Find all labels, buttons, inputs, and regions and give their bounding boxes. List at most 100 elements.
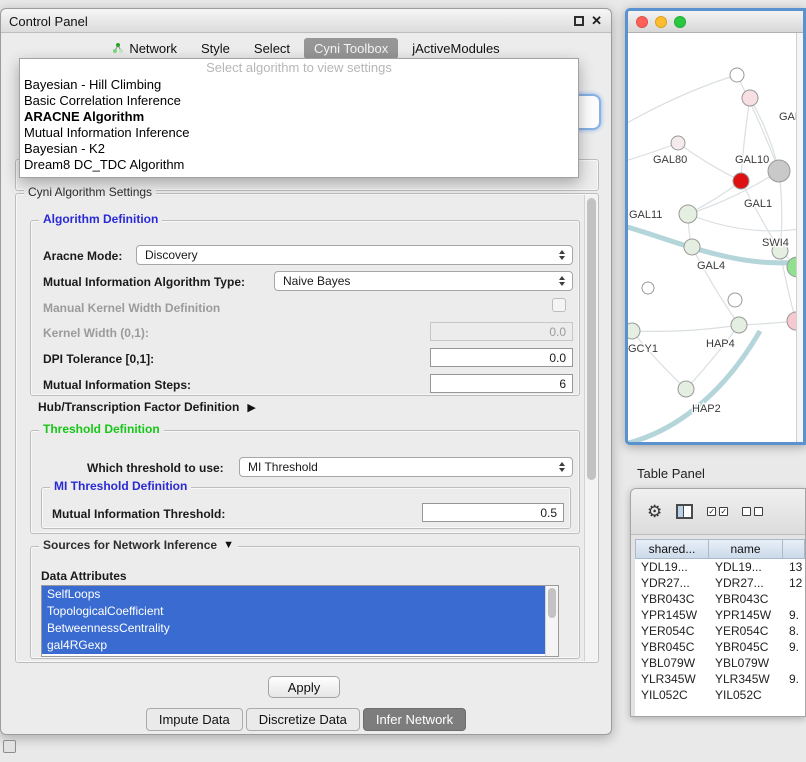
tab-discretize-data[interactable]: Discretize Data xyxy=(246,708,360,731)
table-row[interactable]: YER054C YER054C 8. xyxy=(635,623,805,639)
combo-stepper-icon xyxy=(556,272,568,290)
table-row[interactable]: YBR045C YBR045C 9. xyxy=(635,639,805,655)
network-node[interactable] xyxy=(768,160,790,182)
manual-kernel-label: Manual Kernel Width Definition xyxy=(43,301,220,315)
collapsed-panel-icon[interactable] xyxy=(3,740,16,753)
minimize-traffic-light[interactable] xyxy=(655,16,667,28)
table-panel-window: ⚙ ✓ ✓ shared... name YDL19... YDL19... 1… xyxy=(630,488,806,717)
table-row[interactable]: YDR27... YDR27... 12 xyxy=(635,575,805,591)
table-row[interactable]: YBL079W YBL079W xyxy=(635,655,805,671)
dropdown-prompt: Select algorithm to view settings xyxy=(20,59,578,77)
kernel-width-value: 0.0 xyxy=(549,325,566,339)
table-row[interactable]: YBR043C YBR043C xyxy=(635,591,805,607)
tab-jactivemodules[interactable]: jActiveModules xyxy=(402,38,509,59)
dropdown-item[interactable]: Mutual Information Inference xyxy=(20,125,578,141)
tab-select[interactable]: Select xyxy=(244,38,300,59)
plugin-tab-bar: Network Style Select Cyni Toolbox jActiv… xyxy=(1,36,611,60)
control-panel-window: Control Panel ✕ Network Style Select Cyn… xyxy=(0,8,612,735)
table-row[interactable]: YDL19... YDL19... 13 xyxy=(635,559,805,575)
network-node[interactable] xyxy=(731,317,747,333)
mi-steps-value: 6 xyxy=(559,377,566,391)
tab-infer-network[interactable]: Infer Network xyxy=(363,708,466,731)
node-table: shared... name YDL19... YDL19... 13 YDR2… xyxy=(635,539,805,716)
network-canvas[interactable]: GAL80 GAL10 GAL GAL11 GAL1 SWI4 GAL4 GCY… xyxy=(628,33,803,445)
mi-steps-label: Mutual Information Steps: xyxy=(43,378,191,392)
network-node[interactable] xyxy=(628,323,640,339)
tab-network[interactable]: Network xyxy=(102,38,187,59)
close-traffic-light[interactable] xyxy=(636,16,648,28)
mi-steps-field[interactable]: 6 xyxy=(430,374,573,393)
apply-button[interactable]: Apply xyxy=(268,676,340,698)
table-header: shared... name xyxy=(635,539,805,559)
sources-group: Sources for Network Inference ▼ Data Att… xyxy=(30,546,580,659)
table-row[interactable]: YPR145W YPR145W 9. xyxy=(635,607,805,623)
list-item[interactable]: BetweennessCentrality xyxy=(42,620,558,637)
network-node-selected[interactable] xyxy=(733,173,749,189)
zoom-traffic-light[interactable] xyxy=(674,16,686,28)
table-row[interactable]: YIL052C YIL052C xyxy=(635,687,805,703)
mi-threshold-label: Mutual Information Threshold: xyxy=(52,507,225,521)
dropdown-item[interactable]: Bayesian - K2 xyxy=(20,141,578,157)
which-threshold-label: Which threshold to use: xyxy=(87,461,224,475)
dpi-tolerance-value: 0.0 xyxy=(549,351,566,365)
mi-algorithm-type-select[interactable]: Naive Bayes xyxy=(274,271,573,291)
table-row[interactable]: YLR345W YLR345W 9. xyxy=(635,671,805,687)
aracne-mode-label: Aracne Mode: xyxy=(43,249,122,263)
show-columns-icon[interactable] xyxy=(676,504,693,519)
hub-definition-label: Hub/Transcription Factor Definition xyxy=(38,400,239,414)
network-window-titlebar[interactable] xyxy=(628,11,803,33)
manual-kernel-checkbox[interactable] xyxy=(552,298,566,312)
network-node[interactable] xyxy=(684,239,700,255)
column-header[interactable]: name xyxy=(709,539,783,559)
float-window-icon[interactable] xyxy=(574,16,584,26)
dropdown-item-selected[interactable]: ARACNE Algorithm xyxy=(20,109,578,125)
tab-label: Select xyxy=(254,41,290,56)
threshold-definition-title: Threshold Definition xyxy=(39,422,164,436)
threshold-definition-group: Threshold Definition Which threshold to … xyxy=(30,430,580,534)
mi-threshold-field[interactable]: 0.5 xyxy=(422,503,564,522)
close-icon[interactable]: ✕ xyxy=(591,13,602,29)
network-node[interactable] xyxy=(678,381,694,397)
cyni-algorithm-settings-group: Cyni Algorithm Settings Algorithm Defini… xyxy=(15,193,599,663)
select-all-icon[interactable]: ✓ ✓ xyxy=(707,507,728,516)
network-node[interactable] xyxy=(742,90,758,106)
combo-stepper-icon xyxy=(556,458,568,476)
list-scrollbar-thumb[interactable] xyxy=(548,588,556,618)
mi-threshold-group: MI Threshold Definition Mutual Informati… xyxy=(41,487,571,529)
column-header[interactable]: shared... xyxy=(635,539,709,559)
list-item[interactable]: TopologicalCoefficient xyxy=(42,603,558,620)
table-panel-title: Table Panel xyxy=(637,466,705,481)
network-node[interactable] xyxy=(679,205,697,223)
control-panel-titlebar[interactable]: Control Panel ✕ xyxy=(1,9,611,33)
list-item[interactable]: SelfLoops xyxy=(42,586,558,603)
attribute-list: SelfLoops TopologicalCoefficient Between… xyxy=(41,585,559,657)
network-node[interactable] xyxy=(671,136,685,150)
which-threshold-select[interactable]: MI Threshold xyxy=(239,457,573,477)
settings-scrollbar-thumb[interactable] xyxy=(587,198,596,480)
data-attributes-label: Data Attributes xyxy=(41,569,127,583)
tab-cyni-toolbox[interactable]: Cyni Toolbox xyxy=(304,38,398,59)
network-node[interactable] xyxy=(728,293,742,307)
tab-impute-data[interactable]: Impute Data xyxy=(146,708,243,731)
network-node[interactable] xyxy=(642,282,654,294)
aracne-mode-select[interactable]: Discovery xyxy=(136,245,573,265)
tab-label: Style xyxy=(201,41,230,56)
kernel-width-field: 0.0 xyxy=(430,322,573,341)
dropdown-item[interactable]: Bayesian - Hill Climbing xyxy=(20,77,578,93)
tab-style[interactable]: Style xyxy=(191,38,240,59)
sources-title-text: Sources for Network Inference xyxy=(43,538,217,552)
mi-threshold-group-title: MI Threshold Definition xyxy=(50,479,191,493)
deselect-all-icon[interactable] xyxy=(742,507,763,516)
hub-definition-expander[interactable]: Hub/Transcription Factor Definition ▶ xyxy=(38,400,256,414)
column-header[interactable] xyxy=(783,539,805,559)
list-item[interactable]: gal4RGexp xyxy=(42,637,558,654)
dpi-tolerance-field[interactable]: 0.0 xyxy=(430,348,573,367)
sources-group-title[interactable]: Sources for Network Inference ▼ xyxy=(39,538,238,552)
bottom-tab-bar: Impute Data Discretize Data Infer Networ… xyxy=(1,708,611,730)
network-node[interactable] xyxy=(730,68,744,82)
dropdown-item[interactable]: Dream8 DC_TDC Algorithm xyxy=(20,157,578,173)
node-label: GAL80 xyxy=(653,154,687,166)
network-scrollbar[interactable] xyxy=(796,33,803,442)
dropdown-item[interactable]: Basic Correlation Inference xyxy=(20,93,578,109)
gear-icon[interactable]: ⚙ xyxy=(647,503,662,520)
